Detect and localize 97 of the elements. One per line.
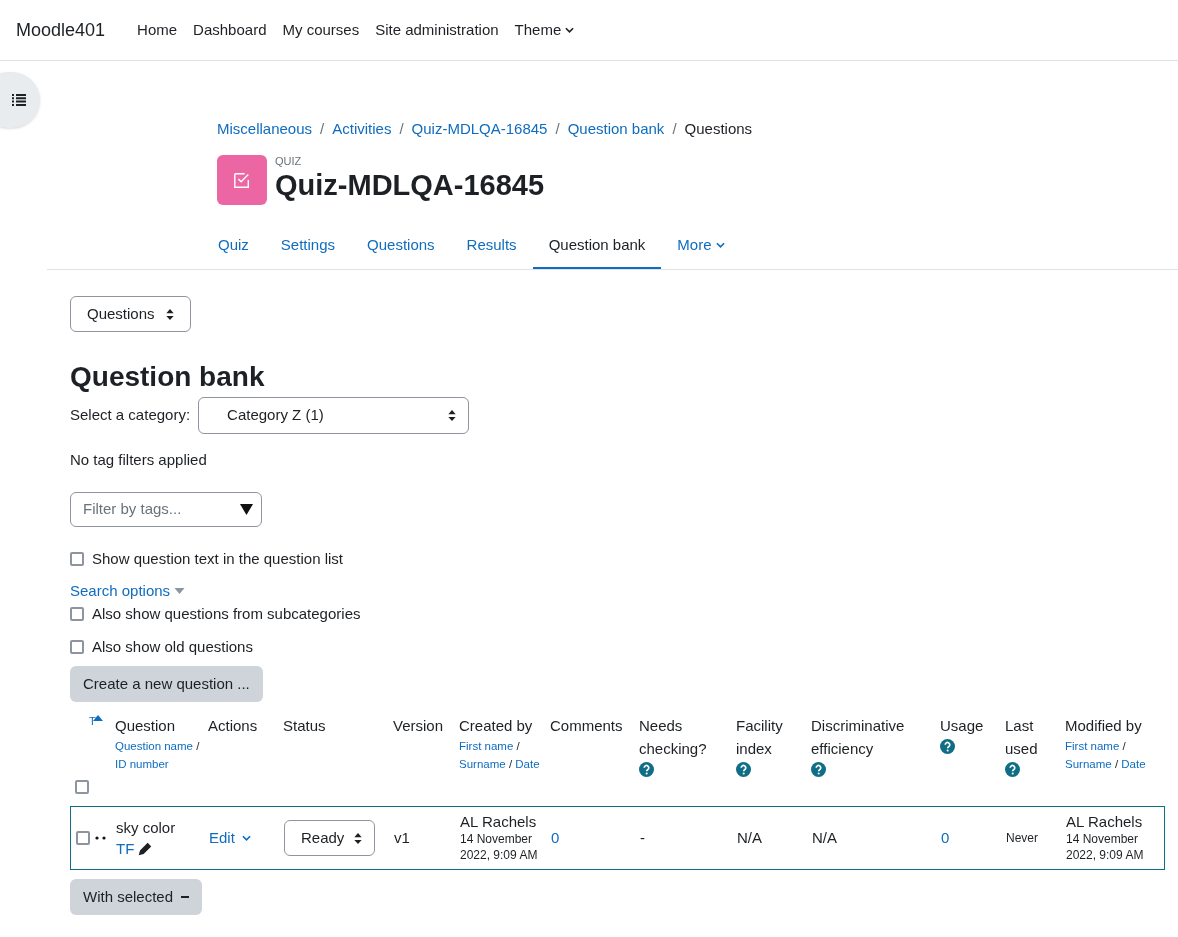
breadcrumb-separator: / <box>320 119 325 139</box>
version-text: v1 <box>394 827 411 848</box>
checkbox[interactable] <box>75 780 89 794</box>
column-header: Comments <box>550 716 623 736</box>
usage-count-link[interactable]: 0 <box>941 826 950 850</box>
created-date: 14 November 2022, 9:09 AM <box>460 831 539 863</box>
help-icon[interactable] <box>736 762 751 777</box>
sort-link[interactable]: ID number <box>115 758 169 770</box>
nav-tab[interactable]: More <box>661 222 741 269</box>
column-header: Modified by <box>1065 716 1142 736</box>
section-heading: Question bank <box>70 360 266 394</box>
two-dots-icon <box>95 836 107 840</box>
sort-link[interactable]: Question name <box>115 740 193 752</box>
tag-filter-field[interactable]: Filter by tags... <box>70 491 262 527</box>
column-header: Facility index <box>736 716 784 759</box>
nav-link[interactable]: Site administration <box>375 18 499 42</box>
checkbox-label: Show question text in the question list <box>92 548 343 569</box>
sort-link[interactable]: T <box>75 714 96 728</box>
separator: / <box>507 758 514 770</box>
question-name: sky color <box>116 818 177 838</box>
separator: / <box>195 740 200 752</box>
separator: / <box>515 740 520 752</box>
checkbox[interactable] <box>70 639 84 654</box>
triangle-down-icon <box>240 503 253 515</box>
minus-icon <box>181 896 190 898</box>
breadcrumb-link[interactable]: Miscellaneous <box>217 118 313 141</box>
sort-link[interactable]: Surname <box>1065 758 1112 770</box>
breadcrumb-separator: / <box>399 119 404 139</box>
column-header: Usage <box>940 716 984 736</box>
creator-name: AL Rachels <box>460 813 538 831</box>
separator: / <box>1113 758 1120 770</box>
triangle-down-icon <box>174 588 186 594</box>
checkbox[interactable] <box>76 831 90 845</box>
nav-tab[interactable]: Settings <box>264 222 352 269</box>
nav-link[interactable]: Dashboard <box>193 18 267 42</box>
checkbox-label: Also show old questions <box>92 636 253 657</box>
sort-link[interactable]: Date <box>1121 758 1146 770</box>
separator: / <box>1121 740 1126 752</box>
question-id-link[interactable]: TF <box>116 838 135 859</box>
tag-filter-status: No tag filters applied <box>70 450 208 470</box>
chevron-down-icon <box>241 835 251 841</box>
checkbox-label: Also show questions from subcategories <box>92 604 361 624</box>
column-header: Created by <box>459 716 533 736</box>
help-icon[interactable] <box>639 762 654 777</box>
column-header: Discriminative efficiency <box>811 716 906 759</box>
nav-tab[interactable]: Question bank <box>532 222 662 269</box>
modified-date: 14 November 2022, 9:09 AM <box>1066 831 1145 863</box>
sort-link[interactable]: First name <box>459 740 514 752</box>
sort-link[interactable]: Date <box>515 758 540 770</box>
site-name[interactable]: Moodle401 <box>16 16 106 44</box>
breadcrumb-link[interactable]: Activities <box>332 118 392 141</box>
up-down-arrows-icon <box>166 308 174 320</box>
column-header: Actions <box>208 716 258 736</box>
column-header: Question <box>115 716 176 736</box>
last-used-text: Never <box>1006 830 1038 847</box>
column-header: Needs checking? <box>639 716 708 759</box>
nav-link[interactable]: My courses <box>282 18 360 42</box>
nav-tab[interactable]: Questions <box>351 222 451 269</box>
column-header: Status <box>283 716 326 736</box>
breadcrumb-separator: / <box>555 119 560 139</box>
current-page-text: Questions <box>684 119 753 139</box>
comments-count-link[interactable]: 0 <box>551 826 560 850</box>
category-select[interactable]: Category Z (1) <box>198 397 470 434</box>
column-header: Version <box>393 716 444 736</box>
up-down-arrows-icon <box>354 832 362 844</box>
list-icon <box>12 94 26 106</box>
sort-link[interactable]: First name <box>1065 740 1120 752</box>
with-selected-button[interactable]: With selected <box>70 879 203 915</box>
page-select[interactable]: Questions <box>70 296 191 332</box>
category-label: Select a category: <box>70 405 191 426</box>
activity-type-label: QUIZ <box>275 155 303 167</box>
facility-index-text: N/A <box>737 827 762 848</box>
create-question-button[interactable]: Create a new question ... <box>70 666 263 702</box>
checkbox[interactable] <box>70 607 84 622</box>
pencil-icon[interactable] <box>138 841 153 856</box>
quiz-icon <box>217 154 267 205</box>
nav-tab[interactable]: Quiz <box>202 222 265 269</box>
nav-tab[interactable]: Results <box>450 222 533 269</box>
checkbox[interactable] <box>70 551 84 566</box>
nav-link[interactable]: Home <box>137 18 178 42</box>
up-down-arrows-icon <box>448 410 457 421</box>
help-icon[interactable] <box>1005 762 1020 777</box>
help-icon[interactable] <box>940 739 955 754</box>
modifier-name: AL Rachels <box>1066 813 1144 831</box>
status-select[interactable]: Ready <box>284 820 375 856</box>
help-icon[interactable] <box>811 762 826 777</box>
page-title: Quiz-MDLQA-16845 <box>275 167 545 203</box>
discrimination-text: N/A <box>812 827 837 848</box>
edit-menu-link[interactable]: Edit <box>209 826 251 850</box>
column-header: Last used <box>1005 716 1039 759</box>
sort-link[interactable]: Surname <box>459 758 506 770</box>
nav-link[interactable]: Theme <box>514 18 575 42</box>
needs-checking-text: - <box>640 827 645 848</box>
breadcrumb-separator: / <box>672 119 677 139</box>
breadcrumb-link[interactable]: Quiz-MDLQA-16845 <box>411 118 548 141</box>
search-options-link[interactable]: Search options <box>70 581 186 601</box>
breadcrumb-link[interactable]: Question bank <box>567 118 665 141</box>
